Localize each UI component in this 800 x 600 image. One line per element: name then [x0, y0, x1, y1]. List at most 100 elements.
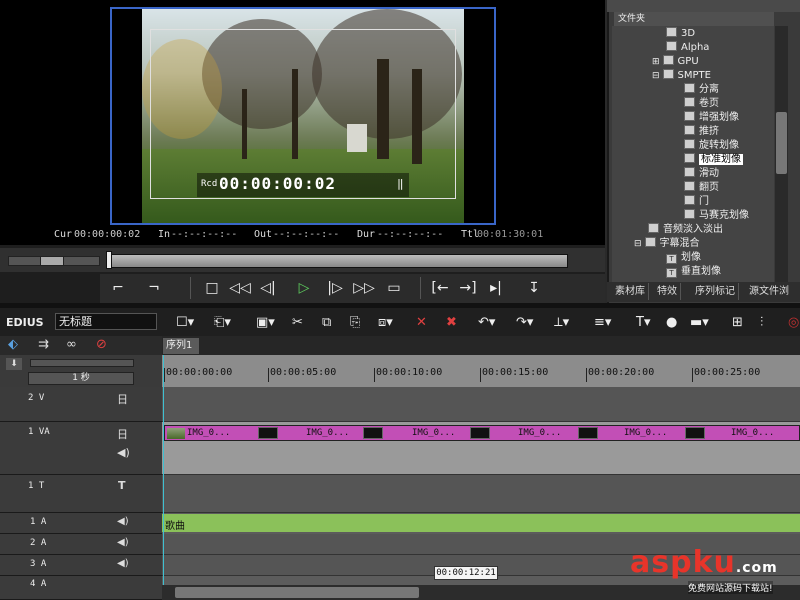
- cut-icon[interactable]: ✂: [292, 313, 303, 333]
- render-icon[interactable]: ▬▾: [690, 313, 709, 333]
- tab-source-browser[interactable]: 源文件浏: [746, 283, 792, 300]
- speaker-icon[interactable]: ◀): [117, 537, 129, 548]
- loop-icon[interactable]: ▭: [382, 277, 406, 299]
- trim-icon[interactable]: ▸|: [484, 277, 508, 299]
- tree-item-door[interactable]: 门: [684, 195, 709, 209]
- effect-icon: [684, 195, 695, 205]
- overlay-timecode: Rcd 00:00:00:02 ‖: [197, 173, 409, 197]
- tree-item-vertical-wipe[interactable]: T 垂直划像: [666, 265, 721, 279]
- track-header-va1[interactable]: 1 VA 日 ◀): [0, 422, 162, 475]
- stop-icon[interactable]: □: [200, 277, 224, 299]
- add-track-icon[interactable]: ⬖: [8, 337, 18, 352]
- zoom-select[interactable]: 1 秒: [28, 372, 134, 385]
- tree-item-audio-fade[interactable]: 音频淡入淡出: [648, 223, 723, 237]
- collapse-icon[interactable]: ⊟: [652, 71, 660, 81]
- timecode-tooltip: 00:00:12:21: [434, 566, 498, 580]
- speaker-icon[interactable]: ◀): [117, 558, 129, 569]
- expand-icon[interactable]: ⊞: [652, 57, 660, 67]
- paste-icon[interactable]: ⎘: [350, 313, 360, 333]
- dur-value: --:--:--:--: [377, 229, 444, 240]
- tree-item-gpu[interactable]: ⊞ GPU: [652, 55, 699, 69]
- tree-scrollbar-thumb[interactable]: [776, 112, 787, 174]
- folder-tree: 3D Alpha ⊞ GPU ⊟ SMPTE 分离 卷页 增强划像 推挤 旋转划像 …: [612, 26, 774, 282]
- tree-item-wipe[interactable]: T 划像: [666, 251, 701, 265]
- set-in-icon[interactable]: ⌐: [106, 277, 130, 299]
- track-header-v2[interactable]: 2 V 日: [0, 387, 162, 422]
- timecode-row: Cur 00:00:00:02 In --:--:--:-- Out --:--…: [0, 227, 605, 245]
- track-header-a1[interactable]: 1 A ◀): [0, 513, 162, 534]
- tree-item-slide[interactable]: 滑动: [684, 167, 719, 181]
- video-toggle-icon[interactable]: 日: [117, 426, 128, 442]
- mic-icon[interactable]: ●: [666, 313, 677, 333]
- jog-handle[interactable]: [40, 256, 64, 266]
- clip-label: IMG_0...: [306, 428, 350, 438]
- tree-item-split[interactable]: 分离: [684, 83, 719, 97]
- overwrite-icon[interactable]: →]: [456, 277, 480, 299]
- watermark-subtitle: 免费网站源码下载站!: [688, 581, 773, 594]
- grid-icon[interactable]: ⊞: [732, 313, 743, 333]
- tree-item-title-mix[interactable]: ⊟ 字幕混合: [634, 237, 700, 251]
- zoom-slider[interactable]: [30, 359, 134, 367]
- tree-item-mosaic-wipe[interactable]: 马赛克划像: [684, 209, 749, 223]
- ruler-label: 00:00:25:00: [694, 367, 761, 378]
- tab-sequence-markers[interactable]: 序列标记: [692, 283, 739, 300]
- tab-effects[interactable]: 特效: [654, 283, 681, 300]
- watermark-logo: aspku.com: [630, 545, 778, 580]
- open-project-icon[interactable]: ⎗▾: [214, 313, 231, 333]
- undo-icon[interactable]: ↶▾: [478, 313, 495, 333]
- title-effect-icon: T: [666, 268, 677, 278]
- step-back-icon[interactable]: ◁|: [256, 277, 280, 299]
- tree-item-alpha[interactable]: Alpha: [666, 41, 709, 55]
- replace-icon[interactable]: ⧈▾: [378, 313, 393, 333]
- title-icon[interactable]: T▾: [636, 313, 650, 333]
- redo-icon[interactable]: ↷▾: [516, 313, 533, 333]
- video-toggle-icon[interactable]: 日: [117, 391, 128, 407]
- position-bar[interactable]: [106, 254, 568, 268]
- audio-toggle-icon[interactable]: ◀): [117, 446, 130, 459]
- mode-icon[interactable]: ⟂▾: [554, 313, 569, 333]
- play-icon[interactable]: ▷: [292, 277, 316, 299]
- tree-item-page-curl[interactable]: 卷页: [684, 97, 719, 111]
- tree-item-push[interactable]: 推挤: [684, 125, 719, 139]
- collapse-icon[interactable]: ⊟: [634, 239, 642, 249]
- delete-icon[interactable]: ✕: [416, 313, 427, 333]
- tree-item-enhanced-wipe[interactable]: 增强划像: [684, 111, 739, 125]
- speaker-icon[interactable]: ◀): [117, 516, 129, 527]
- audio-clip[interactable]: [162, 514, 800, 532]
- export-icon[interactable]: ↧: [522, 277, 546, 299]
- record-icon[interactable]: ◎: [788, 313, 799, 333]
- snap-off-icon[interactable]: ⊘: [96, 337, 107, 352]
- tree-item-rotate-wipe[interactable]: 旋转划像: [684, 139, 739, 153]
- lane-v2[interactable]: [162, 387, 800, 422]
- timeline-scrollbar-thumb[interactable]: [175, 587, 419, 598]
- copy-icon[interactable]: ⧉: [322, 313, 331, 333]
- lane-t1[interactable]: [162, 475, 800, 513]
- new-sequence-icon[interactable]: ☐▾: [176, 313, 194, 333]
- track-header-a3[interactable]: 3 A ◀): [0, 555, 162, 576]
- track-expand-icon[interactable]: ⬇: [6, 358, 22, 370]
- link-tracks-icon[interactable]: ∞: [66, 337, 77, 352]
- link-icon[interactable]: ≡▾: [594, 313, 611, 333]
- set-out-icon[interactable]: ¬: [142, 277, 166, 299]
- ripple-delete-icon[interactable]: ✖: [446, 313, 457, 333]
- tree-item-page-flip[interactable]: 翻页: [684, 181, 719, 195]
- rewind-icon[interactable]: ◁◁: [228, 277, 252, 299]
- mixer-icon[interactable]: ⫶: [760, 313, 763, 333]
- fast-forward-icon[interactable]: ▷▷: [352, 277, 376, 299]
- save-icon[interactable]: ▣▾: [256, 313, 275, 333]
- tab-sequence-1[interactable]: 序列1: [163, 338, 199, 354]
- insert-icon[interactable]: [←: [428, 277, 452, 299]
- ruler-label: 00:00:05:00: [270, 367, 337, 378]
- step-forward-icon[interactable]: |▷: [323, 277, 347, 299]
- track-header-a2[interactable]: 2 A ◀): [0, 534, 162, 555]
- sync-icon[interactable]: ⇉: [38, 337, 49, 352]
- track-header-t1[interactable]: 1 T T: [0, 475, 162, 513]
- tree-item-standard-wipe[interactable]: 标准划像: [684, 153, 743, 167]
- tree-item-smpte[interactable]: ⊟ SMPTE: [652, 69, 711, 83]
- timeline-cursor[interactable]: [163, 355, 164, 585]
- position-handle[interactable]: [106, 251, 112, 269]
- track-header-a4[interactable]: 4 A: [0, 576, 162, 600]
- tree-item-3d[interactable]: 3D: [666, 27, 695, 41]
- clip-label: IMG_0...: [624, 428, 668, 438]
- tab-library[interactable]: 素材库: [612, 283, 649, 300]
